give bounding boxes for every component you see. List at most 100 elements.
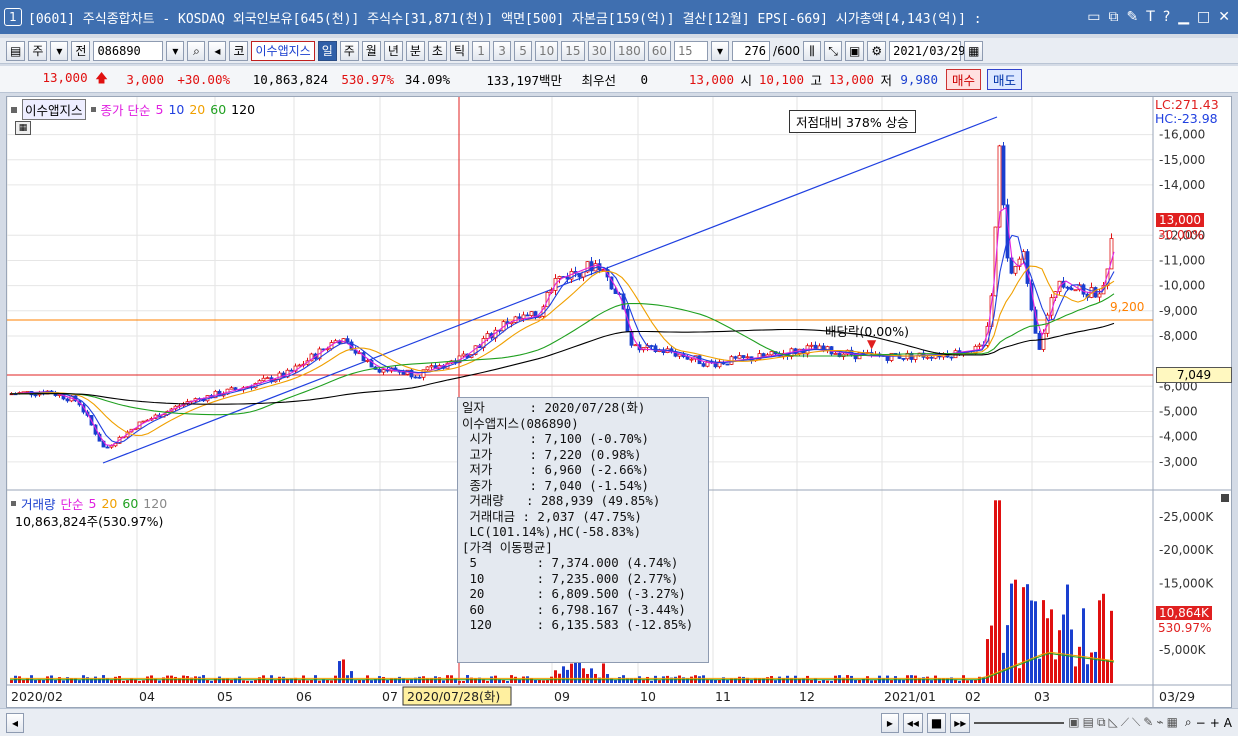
minute-180[interactable]: 180 (613, 40, 645, 61)
stock-name-label[interactable]: 이수앱지스 (251, 40, 315, 61)
minute-10[interactable]: 10 (535, 40, 559, 61)
period-minute[interactable]: 분 (405, 40, 425, 61)
legend-ma120[interactable]: 120 (231, 102, 255, 117)
drawing-tools-icons[interactable]: ▣▤⧉◺⟋⟍✎⌁▦ (1068, 715, 1181, 730)
volume-ma60[interactable]: 60 (122, 496, 138, 511)
legend-ma20[interactable]: 20 (189, 102, 205, 117)
line-tool-icon[interactable]: ⤡ (824, 40, 842, 61)
candle-body (461, 353, 466, 357)
volume-bar (998, 500, 1001, 683)
volume-bar (1014, 579, 1017, 683)
minute-1[interactable]: 1 (472, 40, 491, 61)
tooltip-line: 고가 : 7,220 (0.98%) (462, 446, 642, 462)
market-select[interactable]: 주 (28, 40, 48, 61)
candle-body (653, 345, 658, 352)
panel-menu-icon[interactable] (1221, 494, 1229, 502)
zoom-out-icon[interactable]: − (1196, 716, 1206, 730)
volume-bar (78, 680, 81, 683)
zoom-in-icon[interactable]: + (1210, 716, 1220, 730)
rewind-icon[interactable]: ◂◂ (902, 712, 923, 733)
candle-body (1073, 289, 1078, 292)
tooltip-line: 종가 : 7,040 (-1.54%) (462, 477, 649, 493)
stock-code-input[interactable]: 086890 (93, 40, 164, 61)
table-icon[interactable]: ▦ (15, 121, 31, 135)
volume-bar (1018, 668, 1021, 683)
scroll-left-icon[interactable]: ◂ (6, 713, 24, 733)
legend-ma5[interactable]: 5 (156, 102, 164, 117)
volume-bar (906, 675, 909, 683)
speaker-icon[interactable]: ◂ (208, 40, 227, 61)
count-input[interactable]: 276 (732, 40, 771, 61)
volume-bar (370, 680, 373, 683)
layout-icon[interactable]: ▤ (6, 40, 26, 61)
pin-icon[interactable]: ✎ (1127, 9, 1139, 25)
legend-ma60[interactable]: 60 (210, 102, 226, 117)
minute-15[interactable]: 15 (561, 40, 585, 61)
period-day[interactable]: 일 (317, 40, 337, 61)
period-month[interactable]: 월 (361, 40, 381, 61)
font-size-icon[interactable]: A (1224, 716, 1232, 730)
save-icon[interactable]: ▣ (845, 40, 865, 61)
code-dropdown-icon[interactable]: ▾ (166, 40, 185, 61)
font-icon[interactable]: T (1146, 9, 1155, 25)
legend-ma10[interactable]: 10 (168, 102, 184, 117)
sell-button[interactable]: 매도 (987, 68, 1023, 90)
period-tick[interactable]: 틱 (449, 40, 470, 61)
stop-icon[interactable]: ■ (926, 712, 947, 733)
legend-stock-name[interactable]: 이수앱지스 (22, 99, 86, 120)
search-icon[interactable]: ⌕ (187, 40, 206, 61)
candle-body (525, 314, 530, 317)
maximize-icon[interactable]: □ (1197, 9, 1210, 25)
candle-body (1001, 145, 1006, 206)
close-icon[interactable]: ✕ (1218, 9, 1230, 25)
prev-button[interactable]: 전 (71, 40, 91, 61)
volume-bar (774, 680, 777, 683)
period-second[interactable]: 초 (427, 40, 447, 61)
volume-ma20[interactable]: 20 (101, 496, 117, 511)
date-input[interactable]: 2021/03/29 (889, 40, 965, 61)
copy-icon[interactable]: ⧉ (1109, 9, 1119, 25)
volume-bar (958, 680, 961, 683)
chart-area[interactable]: -16,000 -15,000 -14,000 -12,000 -11,000 -10,0… (6, 96, 1232, 708)
tooltip-line: 20 : 6,809.500 (-3.27%) (462, 586, 686, 601)
minimize-icon[interactable]: ▁ (1178, 9, 1189, 25)
volume-bar (826, 680, 829, 683)
period-year[interactable]: 년 (383, 40, 403, 61)
minute-60[interactable]: 60 (647, 40, 672, 61)
window-number[interactable]: 1 (4, 8, 22, 26)
volume-bar (554, 670, 557, 683)
legend-dot-icon (90, 107, 96, 112)
buy-button[interactable]: 매수 (946, 68, 982, 90)
candle-body (885, 356, 890, 361)
volume-bar (582, 668, 585, 683)
market-dropdown-icon[interactable]: ▾ (50, 40, 69, 61)
minute-3[interactable]: 3 (493, 40, 512, 61)
help-icon[interactable]: ? (1163, 9, 1170, 25)
forward-icon[interactable]: ▸▸ (950, 712, 971, 733)
gear-icon[interactable]: ⚙ (867, 40, 887, 61)
volume-ma5[interactable]: 5 (89, 496, 97, 511)
zoom-slider[interactable] (974, 721, 1065, 724)
volume-bar (226, 678, 229, 683)
tooltip-line: [가격 이동평균] (462, 539, 553, 555)
legend-ma-title[interactable]: 종가 단순 (101, 100, 151, 119)
candle-type-icon[interactable]: ⫼ (803, 40, 821, 61)
interval-input[interactable]: 15 (674, 40, 709, 61)
play-icon[interactable]: ▸ (880, 712, 899, 733)
restore-icon[interactable]: ▭ (1087, 9, 1100, 25)
period-week[interactable]: 주 (339, 40, 359, 61)
minute-5[interactable]: 5 (514, 40, 533, 61)
candle-body (289, 369, 294, 372)
interval-dropdown-icon[interactable]: ▾ (711, 40, 730, 61)
volume-bar (450, 675, 453, 683)
zoom-search-icon[interactable]: ⌕ (1185, 715, 1192, 730)
minute-30[interactable]: 30 (587, 40, 611, 61)
candle-body (929, 356, 934, 359)
calendar-icon[interactable]: ▦ (964, 40, 984, 61)
volume-bar (650, 680, 653, 683)
volume-bar (106, 678, 109, 683)
tooltip-line: 5 : 7,374.000 (4.74%) (462, 555, 679, 570)
lc-label: LC:271.43 (1155, 97, 1219, 112)
annotation-box[interactable]: 저점대비 378% 상승 (789, 110, 916, 133)
volume-ma120[interactable]: 120 (143, 496, 167, 511)
